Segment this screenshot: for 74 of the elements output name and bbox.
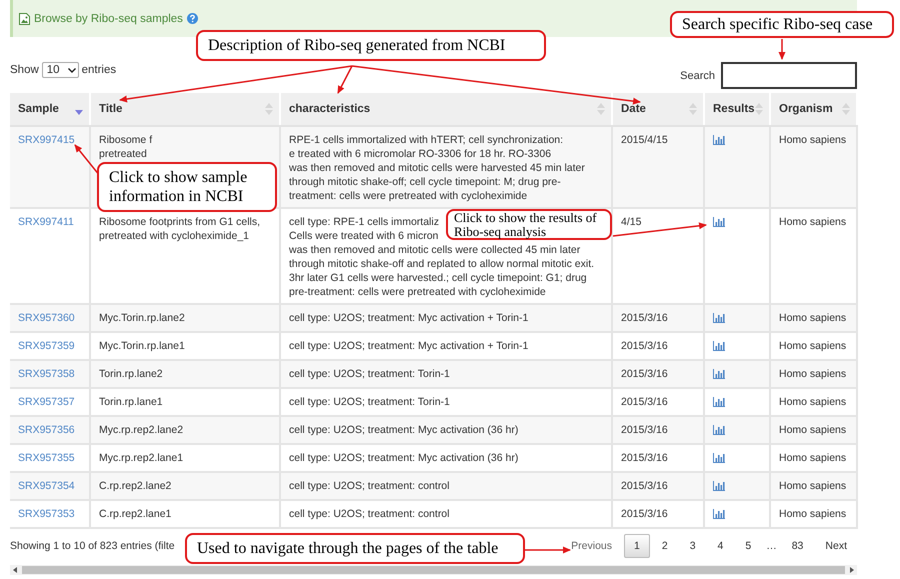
- table-cell: C.rp.rep2.lane2: [90, 472, 280, 500]
- sample-link[interactable]: SRX957355: [18, 452, 75, 464]
- column-header[interactable]: Title: [90, 93, 280, 126]
- table-cell: Homo sapiens: [770, 416, 857, 444]
- page-button[interactable]: 2: [652, 534, 678, 558]
- annotation-callout: Search specific Ribo-seq case: [670, 11, 894, 38]
- table-info-text: Showing 1 to 10 of 823 entries (filte: [10, 540, 175, 552]
- next-page-button[interactable]: Next: [815, 534, 857, 558]
- bar-chart-icon[interactable]: [713, 313, 725, 323]
- bar-chart-icon[interactable]: [713, 341, 725, 351]
- table-cell: cell type: U2OS; treatment: Myc activation + Torin-1: [280, 304, 612, 332]
- table-cell: 2015/3/16: [612, 304, 704, 332]
- entries-label: entries: [82, 64, 116, 76]
- bar-chart-icon[interactable]: [713, 217, 725, 227]
- table-cell: cell type: U2OS; treatment: Torin-1: [280, 360, 612, 388]
- table-cell: Homo sapiens: [770, 304, 857, 332]
- annotation-callout: Used to navigate through the pages of the table: [185, 533, 525, 564]
- column-header[interactable]: Sample: [10, 93, 90, 126]
- horizontal-scrollbar[interactable]: [10, 565, 857, 575]
- table-cell: Myc.Torin.rp.lane2: [90, 304, 280, 332]
- table-cell: Homo sapiens: [770, 472, 857, 500]
- table-cell: 2015/3/16: [612, 360, 704, 388]
- sample-link[interactable]: SRX957357: [18, 396, 75, 408]
- table-cell: 2015/4/15: [612, 126, 704, 208]
- table-cell: RPE-1 cells immortalized with hTERT; cell synchronization: e treated with 6 micromolar RO-3306 for 18 hr. RO-3306 was then removed and mitotic cells were harvested 45 min later through mitotic shake-off; cell cycle timepoint: M; drug pre- treatment: cells were pretreated with cycloheximide: [280, 126, 612, 208]
- sample-link[interactable]: SRX997415: [18, 134, 75, 146]
- sample-link[interactable]: SRX957359: [18, 340, 75, 352]
- table-cell: Homo sapiens: [770, 360, 857, 388]
- page-button[interactable]: 5: [735, 534, 762, 558]
- pagination-ellipsis: …: [765, 539, 778, 554]
- page-button[interactable]: 3: [680, 534, 706, 558]
- annotation-callout: Description of Ribo-seq generated from NCBI: [196, 30, 546, 61]
- table-cell: Homo sapiens: [770, 126, 857, 208]
- bar-chart-icon[interactable]: [713, 453, 725, 463]
- column-header[interactable]: characteristics: [280, 93, 612, 126]
- search-field[interactable]: [721, 62, 857, 89]
- sample-link[interactable]: SRX957353: [18, 508, 75, 520]
- table-cell: 2015/3/16: [612, 472, 704, 500]
- table-cell: cell type: U2OS; treatment: Myc activation (36 hr): [280, 416, 612, 444]
- sample-link[interactable]: SRX997411: [18, 216, 74, 228]
- column-header[interactable]: Organism: [770, 93, 857, 126]
- annotation-callout: Click to show the results of Ribo-seq analysis: [446, 209, 612, 240]
- annotation-callout: Click to show sample information in NCBI: [97, 162, 277, 212]
- page-button[interactable]: 83: [782, 534, 814, 558]
- page-button[interactable]: 1: [624, 534, 650, 558]
- table-cell: 2015/3/16: [612, 416, 704, 444]
- previous-page-button[interactable]: Previous: [561, 534, 622, 558]
- scroll-left-icon[interactable]: [12, 567, 18, 573]
- bar-chart-icon[interactable]: [713, 481, 725, 491]
- column-header[interactable]: Results: [704, 93, 770, 126]
- chevron-down-icon: [68, 68, 76, 72]
- table-cell: cell type: U2OS; treatment: control: [280, 500, 612, 528]
- page-button[interactable]: 4: [708, 534, 734, 558]
- help-icon[interactable]: [186, 13, 198, 24]
- column-header[interactable]: Date: [612, 93, 704, 126]
- annotation-arrow: [525, 546, 571, 554]
- scroll-right-icon[interactable]: [849, 567, 855, 573]
- show-label: Show: [10, 64, 39, 76]
- bar-chart-icon[interactable]: [713, 397, 725, 407]
- annotation-arrow: [778, 39, 786, 60]
- search-label: Search: [680, 70, 715, 82]
- table-cell: 2015/3/16: [612, 500, 704, 528]
- bar-chart-icon[interactable]: [713, 509, 725, 519]
- bar-chart-icon[interactable]: [713, 425, 725, 435]
- table-cell: C.rp.rep2.lane1: [90, 500, 280, 528]
- table-cell: Homo sapiens: [770, 500, 857, 528]
- table-cell: cell type: U2OS; treatment: control: [280, 472, 612, 500]
- banner-title[interactable]: Browse by Ribo-seq samples: [34, 12, 183, 24]
- bar-chart-icon[interactable]: [713, 135, 725, 145]
- bar-chart-icon[interactable]: [713, 369, 725, 379]
- image-file-icon: [19, 12, 30, 24]
- table-cell: Myc.rp.rep2.lane2: [90, 416, 280, 444]
- entries-select[interactable]: 10: [42, 62, 79, 78]
- table-cell: Torin.rp.lane2: [90, 360, 280, 388]
